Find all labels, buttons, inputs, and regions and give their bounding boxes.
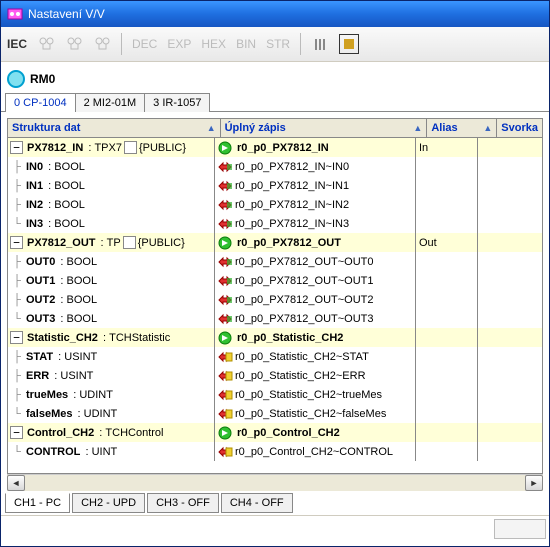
var-icon xyxy=(217,368,233,384)
module-icon xyxy=(7,70,25,88)
module-tabs: 0 CP-10042 MI2-01M3 IR-1057 xyxy=(1,92,549,112)
var-icon xyxy=(217,444,233,460)
bottom-tabs: CH1 - PCCH2 - UPDCH3 - OFFCH4 - OFF xyxy=(1,491,549,515)
var-icon xyxy=(217,311,233,327)
data-row[interactable]: ├IN1 : BOOLr0_p0_PX7812_IN~IN1 xyxy=(8,176,542,195)
public-checkbox[interactable] xyxy=(124,141,137,154)
collapse-icon[interactable]: − xyxy=(10,236,23,249)
window-title: Nastavení V/V xyxy=(28,7,105,21)
exp-button[interactable]: EXP xyxy=(167,37,191,51)
data-row[interactable]: └falseMes : UDINTr0_p0_Statistic_CH2~fal… xyxy=(8,404,542,423)
hex-button[interactable]: HEX xyxy=(201,37,226,51)
sort-indicator-icon: ▲ xyxy=(483,123,492,133)
module-tab[interactable]: 2 MI2-01M xyxy=(75,93,146,112)
collapse-icon[interactable]: − xyxy=(10,141,23,154)
col-svorka[interactable]: Svorka xyxy=(497,119,542,137)
scroll-right-icon[interactable]: ► xyxy=(525,475,543,491)
channel-tab[interactable]: CH1 - PC xyxy=(5,493,70,513)
titlebar: Nastavení V/V xyxy=(1,1,549,27)
tb-icon-3[interactable] xyxy=(93,35,111,53)
data-row[interactable]: ├OUT2 : BOOLr0_p0_PX7812_OUT~OUT2 xyxy=(8,290,542,309)
collapse-icon[interactable]: − xyxy=(10,426,23,439)
data-row[interactable]: ├IN2 : BOOLr0_p0_PX7812_IN~IN2 xyxy=(8,195,542,214)
toolbar: IEC DEC EXP HEX BIN STR xyxy=(1,27,549,62)
sort-indicator-icon: ▲ xyxy=(413,123,422,133)
module-tab[interactable]: 3 IR-1057 xyxy=(144,93,210,112)
group-row[interactable]: −Control_CH2 : TCHControlr0_p0_Control_C… xyxy=(8,423,542,442)
public-checkbox[interactable] xyxy=(123,236,136,249)
toolbar-sep-1 xyxy=(121,33,122,55)
struct-icon xyxy=(217,140,233,156)
status-box xyxy=(494,519,546,539)
iec-button[interactable]: IEC xyxy=(7,37,27,51)
column-headers: Struktura dat▲ Úplný zápis▲ Alias▲ Svork… xyxy=(7,118,543,138)
tb-slider-icon[interactable] xyxy=(311,35,329,53)
dec-button[interactable]: DEC xyxy=(132,37,157,51)
group-row[interactable]: −PX7812_IN : TPX7{PUBLIC}r0_p0_PX7812_IN… xyxy=(8,138,542,157)
module-name: RM0 xyxy=(30,72,55,86)
app-icon xyxy=(7,6,23,22)
col-zapis[interactable]: Úplný zápis▲ xyxy=(221,119,428,137)
tb-icon-1[interactable] xyxy=(37,35,55,53)
data-row[interactable]: ├trueMes : UDINTr0_p0_Statistic_CH2~true… xyxy=(8,385,542,404)
struct-icon xyxy=(217,425,233,441)
data-row[interactable]: ├ERR : USINTr0_p0_Statistic_CH2~ERR xyxy=(8,366,542,385)
channel-tab[interactable]: CH4 - OFF xyxy=(221,493,293,513)
data-grid[interactable]: −PX7812_IN : TPX7{PUBLIC}r0_p0_PX7812_IN… xyxy=(7,138,543,474)
data-row[interactable]: ├IN0 : BOOLr0_p0_PX7812_IN~IN0 xyxy=(8,157,542,176)
data-row[interactable]: └OUT3 : BOOLr0_p0_PX7812_OUT~OUT3 xyxy=(8,309,542,328)
struct-icon xyxy=(217,235,233,251)
data-row[interactable]: └IN3 : BOOLr0_p0_PX7812_IN~IN3 xyxy=(8,214,542,233)
var-icon xyxy=(217,216,233,232)
var-icon xyxy=(217,406,233,422)
window: Nastavení V/V IEC DEC EXP HEX BIN STR RM… xyxy=(0,0,550,547)
tb-window-icon[interactable] xyxy=(339,34,359,54)
str-button[interactable]: STR xyxy=(266,37,290,51)
bin-button[interactable]: BIN xyxy=(236,37,256,51)
var-icon xyxy=(217,292,233,308)
col-struktura[interactable]: Struktura dat▲ xyxy=(8,119,221,137)
var-icon xyxy=(217,349,233,365)
data-row[interactable]: ├OUT1 : BOOLr0_p0_PX7812_OUT~OUT1 xyxy=(8,271,542,290)
statusbar xyxy=(1,515,549,546)
module-bar: RM0 xyxy=(1,62,549,92)
tb-icon-2[interactable] xyxy=(65,35,83,53)
module-tab[interactable]: 0 CP-1004 xyxy=(5,93,76,112)
var-icon xyxy=(217,178,233,194)
group-row[interactable]: −PX7812_OUT : TP{PUBLIC}r0_p0_PX7812_OUT… xyxy=(8,233,542,252)
var-icon xyxy=(217,197,233,213)
struct-icon xyxy=(217,330,233,346)
var-icon xyxy=(217,273,233,289)
data-row[interactable]: ├OUT0 : BOOLr0_p0_PX7812_OUT~OUT0 xyxy=(8,252,542,271)
channel-tab[interactable]: CH2 - UPD xyxy=(72,493,145,513)
data-row[interactable]: └CONTROL : UINTr0_p0_Control_CH2~CONTROL xyxy=(8,442,542,461)
collapse-icon[interactable]: − xyxy=(10,331,23,344)
group-row[interactable]: −Statistic_CH2 : TCHStatisticr0_p0_Stati… xyxy=(8,328,542,347)
scroll-left-icon[interactable]: ◄ xyxy=(7,475,25,491)
var-icon xyxy=(217,254,233,270)
var-icon xyxy=(217,387,233,403)
toolbar-sep-2 xyxy=(300,33,301,55)
data-row[interactable]: ├STAT : USINTr0_p0_Statistic_CH2~STAT xyxy=(8,347,542,366)
h-scrollbar[interactable]: ◄ ► xyxy=(7,474,543,491)
channel-tab[interactable]: CH3 - OFF xyxy=(147,493,219,513)
var-icon xyxy=(217,159,233,175)
col-alias[interactable]: Alias▲ xyxy=(427,119,497,137)
sort-indicator-icon: ▲ xyxy=(207,123,216,133)
